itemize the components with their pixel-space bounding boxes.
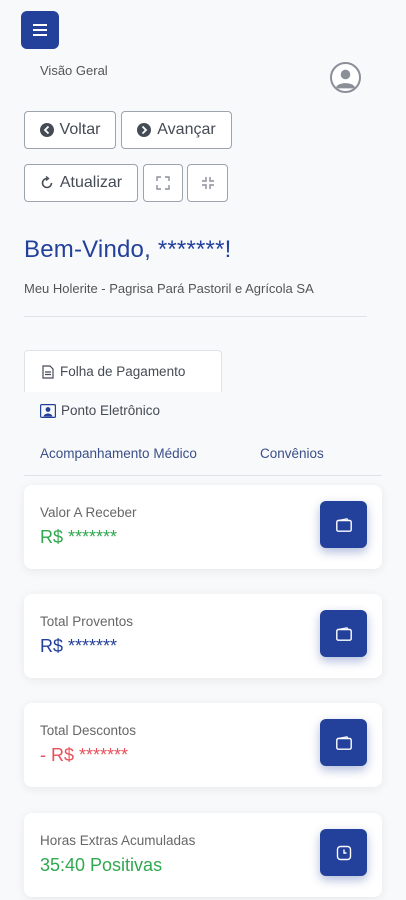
card-label: Total Descontos [40,723,137,738]
card-value: R$ ******* [40,527,118,547]
user-badge-icon [40,403,56,418]
card-value: R$ ******* [40,636,118,656]
tab-convenios[interactable]: Convênios [260,446,324,461]
company-subtitle: Meu Holerite - Pagrisa Pará Pastoril e A… [24,281,314,296]
back-label: Voltar [59,121,101,138]
refresh-icon [40,176,54,190]
card-label: Horas Extras Acumuladas [40,833,196,848]
compress-icon [201,176,215,190]
clock-icon [320,829,367,876]
wallet-icon [320,719,367,766]
card-total-descontos: Total Descontos - R$ ******* [24,703,382,787]
exit-fullscreen-button[interactable] [187,164,228,202]
welcome-title: Bem-Vindo, *******! [24,236,232,263]
document-icon [42,364,54,379]
card-label: Valor A Receber [40,505,137,520]
hamburger-icon [33,24,47,36]
tab-acompanhamento-medico[interactable]: Acompanhamento Médico [40,446,197,461]
card-label: Total Proventos [40,614,134,629]
fullscreen-button[interactable] [143,164,183,202]
tab-label: Ponto Eletrônico [61,403,161,418]
arrow-left-circle-icon [39,123,54,137]
arrow-right-circle-icon [137,123,152,137]
card-value: 35:40 Positivas [40,855,163,875]
back-button[interactable]: Voltar [24,111,116,149]
tab-folha-de-pagamento[interactable]: Folha de Pagamento [24,350,222,392]
divider [24,316,367,317]
card-horas-extras: Horas Extras Acumuladas 35:40 Positivas [24,813,382,897]
wallet-icon [320,610,367,657]
user-icon [335,69,356,89]
menu-button[interactable] [21,11,59,49]
tab-ponto-eletronico[interactable]: Ponto Eletrônico [40,403,160,418]
card-valor-a-receber: Valor A Receber R$ ******* [24,485,382,569]
wallet-icon [320,501,367,548]
card-value: - R$ ******* [40,745,129,765]
tab-label: Folha de Pagamento [60,364,186,379]
tabs-divider [24,475,382,476]
card-total-proventos: Total Proventos R$ ******* [24,594,382,678]
expand-icon [156,176,170,190]
forward-button[interactable]: Avançar [121,111,232,149]
page-label: Visão Geral [40,63,108,78]
avatar[interactable] [330,62,361,93]
refresh-button[interactable]: Atualizar [24,164,138,202]
refresh-label: Atualizar [59,174,123,191]
forward-label: Avançar [157,121,216,138]
